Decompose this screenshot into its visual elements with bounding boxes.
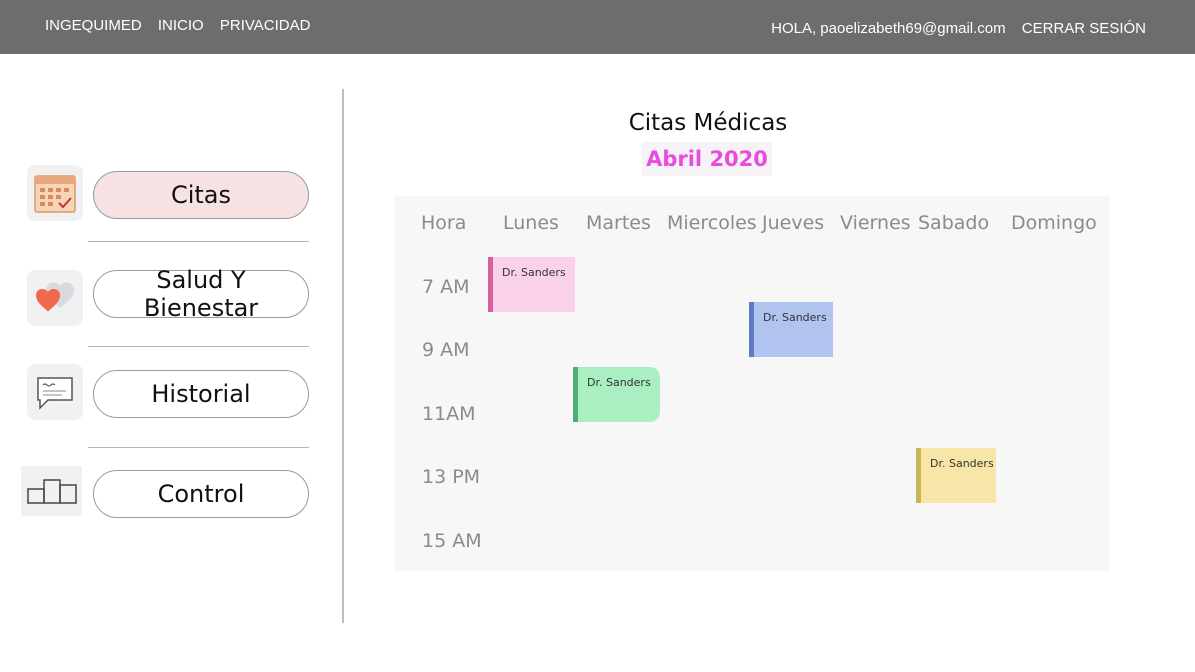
chat-bubble-icon [27, 364, 83, 420]
day-header-lunes: Lunes [503, 212, 559, 234]
sidebar-item-historial[interactable]: Historial [93, 370, 309, 418]
appointment-doctor: Dr. Sanders [587, 376, 651, 389]
hour-label-15am: 15 AM [422, 530, 482, 552]
sidebar-item-salud-y-bienestar[interactable]: Salud Y Bienestar [93, 266, 309, 322]
sidebar-item-citas[interactable]: Citas [93, 171, 309, 219]
top-bar: INGEQUIMED INICIO PRIVACIDAD HOLA, paoel… [0, 0, 1195, 54]
nav-link-privacidad[interactable]: PRIVACIDAD [220, 17, 311, 34]
month-label: Abril 2020 [642, 142, 772, 176]
sidebar-item-control[interactable]: Control [93, 470, 309, 518]
calendar-icon [27, 165, 83, 221]
heart-icon [27, 270, 83, 326]
sidebar-divider [88, 447, 309, 448]
appointment-doctor: Dr. Sanders [763, 311, 827, 324]
hour-label-7am: 7 AM [422, 276, 470, 298]
hour-column-header: Hora [421, 212, 467, 234]
user-greeting: HOLA, paoelizabeth69@gmail.com [771, 20, 1006, 37]
sidebar-divider [88, 346, 309, 347]
nav-link-inicio[interactable]: INICIO [158, 17, 204, 34]
top-nav: INGEQUIMED INICIO PRIVACIDAD [45, 17, 322, 34]
day-header-martes: Martes [586, 212, 651, 234]
day-header-jueves: Jueves [762, 212, 825, 234]
day-header-sabado: Sabado [918, 212, 990, 234]
appointment-card[interactable]: Dr. Sanders [488, 257, 575, 312]
hour-label-11am: 11AM [422, 403, 476, 425]
sidebar-divider [88, 241, 309, 242]
hour-label-13pm: 13 PM [422, 466, 481, 488]
appointment-card[interactable]: Dr. Sanders [749, 302, 833, 357]
brand-link[interactable]: INGEQUIMED [45, 17, 142, 34]
vertical-divider [342, 89, 344, 623]
day-header-miercoles: Miercoles [667, 212, 757, 234]
hour-label-9am: 9 AM [422, 339, 470, 361]
podium-icon [21, 466, 82, 516]
day-header-viernes: Viernes [840, 212, 911, 234]
appointment-card[interactable]: Dr. Sanders [573, 367, 660, 422]
appointment-card[interactable]: Dr. Sanders [916, 448, 996, 503]
logout-link[interactable]: CERRAR SESIÓN [1022, 20, 1146, 37]
day-header-domingo: Domingo [1011, 212, 1097, 234]
page-title: Citas Médicas [628, 110, 788, 136]
weekly-calendar: Hora Lunes Martes Miercoles Jueves Viern… [394, 196, 1110, 571]
appointment-doctor: Dr. Sanders [502, 266, 566, 279]
user-area: HOLA, paoelizabeth69@gmail.com CERRAR SE… [759, 20, 1146, 37]
appointment-doctor: Dr. Sanders [930, 457, 994, 470]
